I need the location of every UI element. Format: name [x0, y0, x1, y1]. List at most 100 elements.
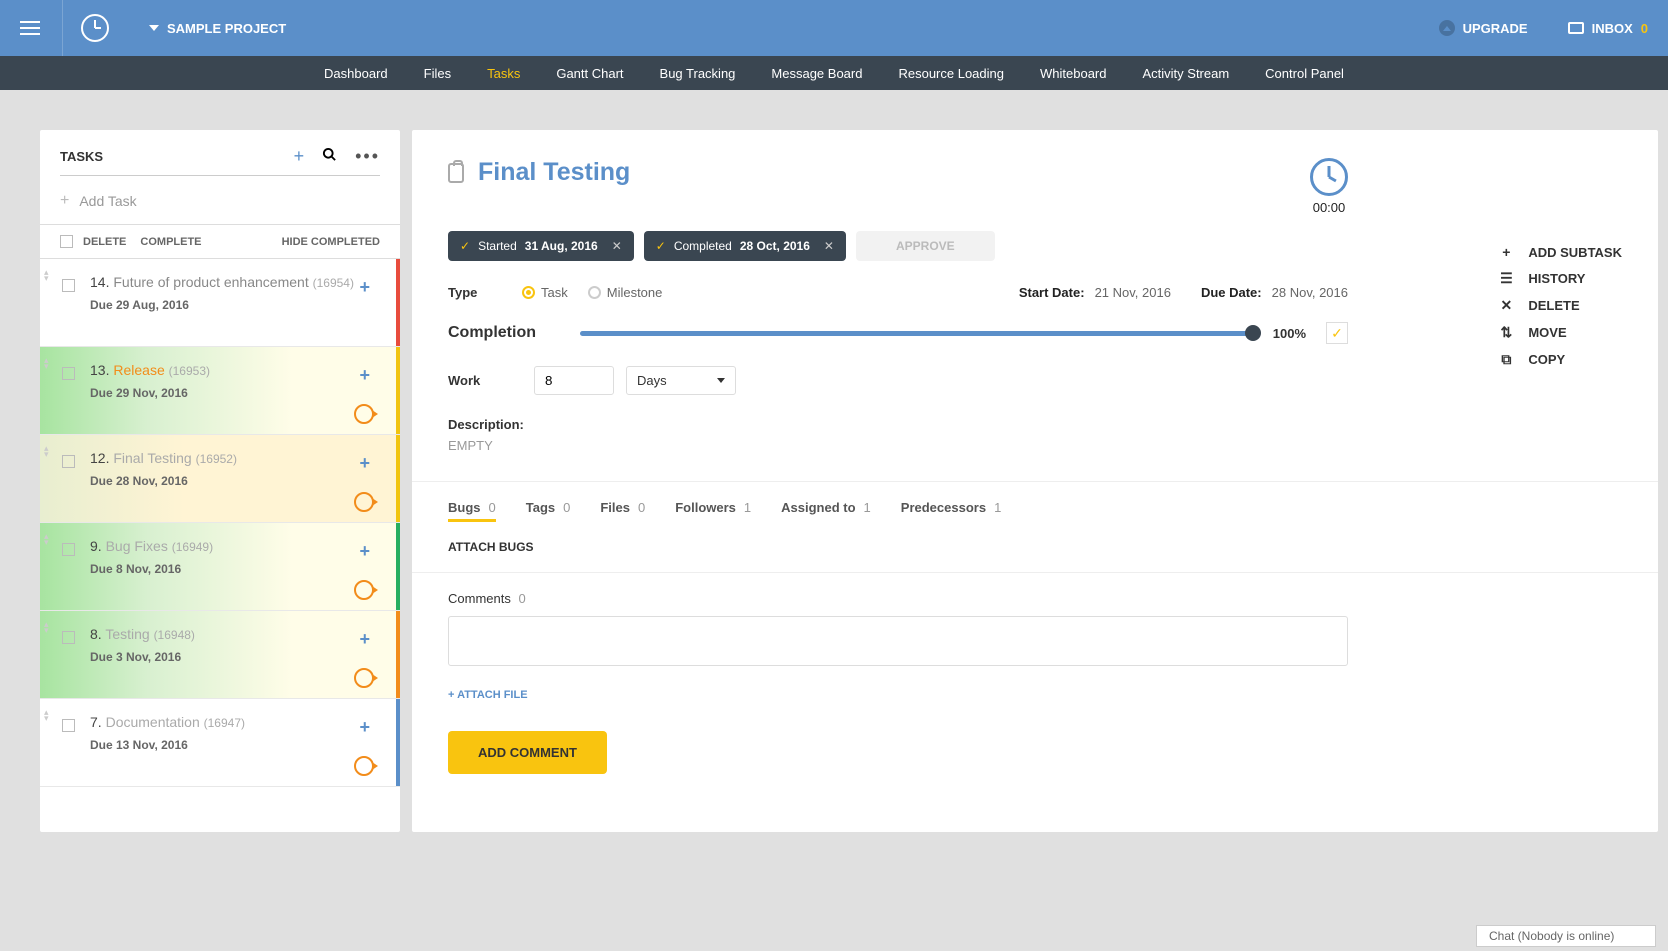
drag-handle-icon[interactable]: ▴▾ [44, 621, 49, 633]
task-title: 14. Future of product enhancement (16954… [90, 273, 382, 292]
timer-value: 00:00 [1310, 200, 1348, 215]
comment-input[interactable] [448, 616, 1348, 666]
attach-file-button[interactable]: + ATTACH FILE [448, 689, 1622, 701]
header-hide-completed[interactable]: HIDE COMPLETED [282, 236, 380, 248]
nav-bug-tracking[interactable]: Bug Tracking [660, 66, 736, 81]
select-all-checkbox[interactable] [60, 235, 73, 248]
task-due: Due 8 Nov, 2016 [90, 562, 382, 576]
move-button[interactable]: ⇅MOVE [1498, 324, 1622, 341]
top-bar: SAMPLE PROJECT UPGRADE INBOX 0 [0, 0, 1668, 56]
more-icon[interactable]: ••• [355, 146, 380, 167]
task-due: Due 28 Nov, 2016 [90, 474, 382, 488]
nav-files[interactable]: Files [424, 66, 451, 81]
spinner-icon [354, 404, 374, 424]
tab-tags[interactable]: Tags0 [526, 500, 571, 522]
work-input[interactable] [534, 366, 614, 395]
nav-tasks[interactable]: Tasks [487, 66, 520, 81]
nav-message-board[interactable]: Message Board [771, 66, 862, 81]
task-checkbox[interactable] [62, 543, 75, 556]
work-unit-select[interactable]: Days [626, 366, 736, 395]
task-item[interactable]: ▴▾8. Testing (16948)Due 3 Nov, 2016+ [40, 611, 400, 699]
task-item[interactable]: ▴▾ 14. Future of product enhancement (169… [40, 259, 400, 347]
hamburger-icon[interactable] [20, 16, 44, 40]
tab-followers[interactable]: Followers1 [675, 500, 751, 522]
action-menu: +ADD SUBTASK ☰HISTORY ✕DELETE ⇅MOVE ⧉COP… [1498, 244, 1622, 368]
completion-percent: 100% [1273, 326, 1306, 341]
drag-handle-icon[interactable]: ▴▾ [44, 357, 49, 369]
add-task-label: Add Task [79, 193, 136, 209]
add-comment-button[interactable]: ADD COMMENT [448, 731, 607, 774]
separator [62, 0, 63, 56]
status-bar [396, 699, 400, 786]
drag-handle-icon[interactable]: ▴▾ [44, 445, 49, 457]
attach-bugs-button[interactable]: ATTACH BUGS [448, 540, 1622, 554]
tab-bugs[interactable]: Bugs0 [448, 500, 496, 522]
type-label: Type [448, 285, 498, 300]
remove-icon[interactable]: ✕ [824, 239, 834, 253]
nav-whiteboard[interactable]: Whiteboard [1040, 66, 1106, 81]
check-icon: ✓ [656, 239, 666, 253]
caret-down-icon [717, 378, 725, 383]
plus-icon: + [1498, 244, 1514, 260]
approve-button[interactable]: APPROVE [856, 231, 995, 261]
task-checkbox[interactable] [62, 367, 75, 380]
task-add-icon[interactable]: + [359, 365, 370, 386]
copy-icon: ⧉ [1498, 351, 1514, 368]
nav-gantt-chart[interactable]: Gantt Chart [556, 66, 623, 81]
task-checkbox[interactable] [62, 455, 75, 468]
tab-predecessors[interactable]: Predecessors1 [901, 500, 1002, 522]
tab-assigned-to[interactable]: Assigned to1 [781, 500, 871, 522]
drag-handle-icon[interactable]: ▴▾ [44, 533, 49, 545]
timer[interactable]: 00:00 [1310, 158, 1348, 215]
chip-label: Started [478, 239, 517, 253]
search-icon[interactable] [322, 146, 337, 167]
add-task-button[interactable]: + Add Task [40, 186, 400, 224]
close-icon: ✕ [1498, 297, 1514, 314]
completion-slider[interactable] [580, 331, 1253, 336]
header-complete[interactable]: COMPLETE [140, 236, 201, 248]
remove-icon[interactable]: ✕ [612, 239, 622, 253]
delete-button[interactable]: ✕DELETE [1498, 297, 1622, 314]
spinner-icon [354, 756, 374, 776]
start-date[interactable]: 21 Nov, 2016 [1095, 285, 1171, 300]
sidebar-header: TASKS + ••• [40, 130, 400, 175]
task-item[interactable]: ▴▾9. Bug Fixes (16949)Due 8 Nov, 2016+ [40, 523, 400, 611]
task-due: Due 29 Aug, 2016 [90, 298, 382, 312]
due-date[interactable]: 28 Nov, 2016 [1272, 285, 1348, 300]
chat-widget[interactable]: Chat (Nobody is online) [1476, 925, 1656, 947]
description-value[interactable]: EMPTY [448, 438, 1348, 453]
header-delete[interactable]: DELETE [83, 236, 126, 248]
task-add-icon[interactable]: + [359, 629, 370, 650]
completion-check[interactable]: ✓ [1326, 322, 1348, 344]
description-label: Description: [448, 417, 1348, 432]
tab-files[interactable]: Files0 [600, 500, 645, 522]
task-item[interactable]: ▴▾13. Release (16953)Due 29 Nov, 2016+ [40, 347, 400, 435]
task-add-icon[interactable]: + [359, 277, 370, 298]
slider-handle[interactable] [1245, 325, 1261, 341]
history-button[interactable]: ☰HISTORY [1498, 270, 1622, 287]
project-selector[interactable]: SAMPLE PROJECT [149, 21, 286, 36]
drag-handle-icon[interactable]: ▴▾ [44, 269, 49, 281]
drag-handle-icon[interactable]: ▴▾ [44, 709, 49, 721]
task-checkbox[interactable] [62, 279, 75, 292]
inbox-button[interactable]: INBOX 0 [1568, 21, 1648, 36]
task-add-icon[interactable]: + [359, 453, 370, 474]
add-icon[interactable]: + [294, 146, 305, 167]
task-item[interactable]: ▴▾7. Documentation (16947)Due 13 Nov, 20… [40, 699, 400, 787]
type-milestone-radio[interactable]: Milestone [588, 285, 663, 300]
task-add-icon[interactable]: + [359, 541, 370, 562]
nav-dashboard[interactable]: Dashboard [324, 66, 388, 81]
task-item[interactable]: ▴▾12. Final Testing (16952)Due 28 Nov, 2… [40, 435, 400, 523]
nav-resource-loading[interactable]: Resource Loading [898, 66, 1004, 81]
task-checkbox[interactable] [62, 631, 75, 644]
add-subtask-button[interactable]: +ADD SUBTASK [1498, 244, 1622, 260]
type-task-radio[interactable]: Task [522, 285, 568, 300]
status-bar [396, 523, 400, 610]
nav-control-panel[interactable]: Control Panel [1265, 66, 1344, 81]
upgrade-button[interactable]: UPGRADE [1439, 20, 1528, 36]
logo-clock-icon[interactable] [81, 14, 109, 42]
task-add-icon[interactable]: + [359, 717, 370, 738]
copy-button[interactable]: ⧉COPY [1498, 351, 1622, 368]
nav-activity-stream[interactable]: Activity Stream [1142, 66, 1229, 81]
task-checkbox[interactable] [62, 719, 75, 732]
